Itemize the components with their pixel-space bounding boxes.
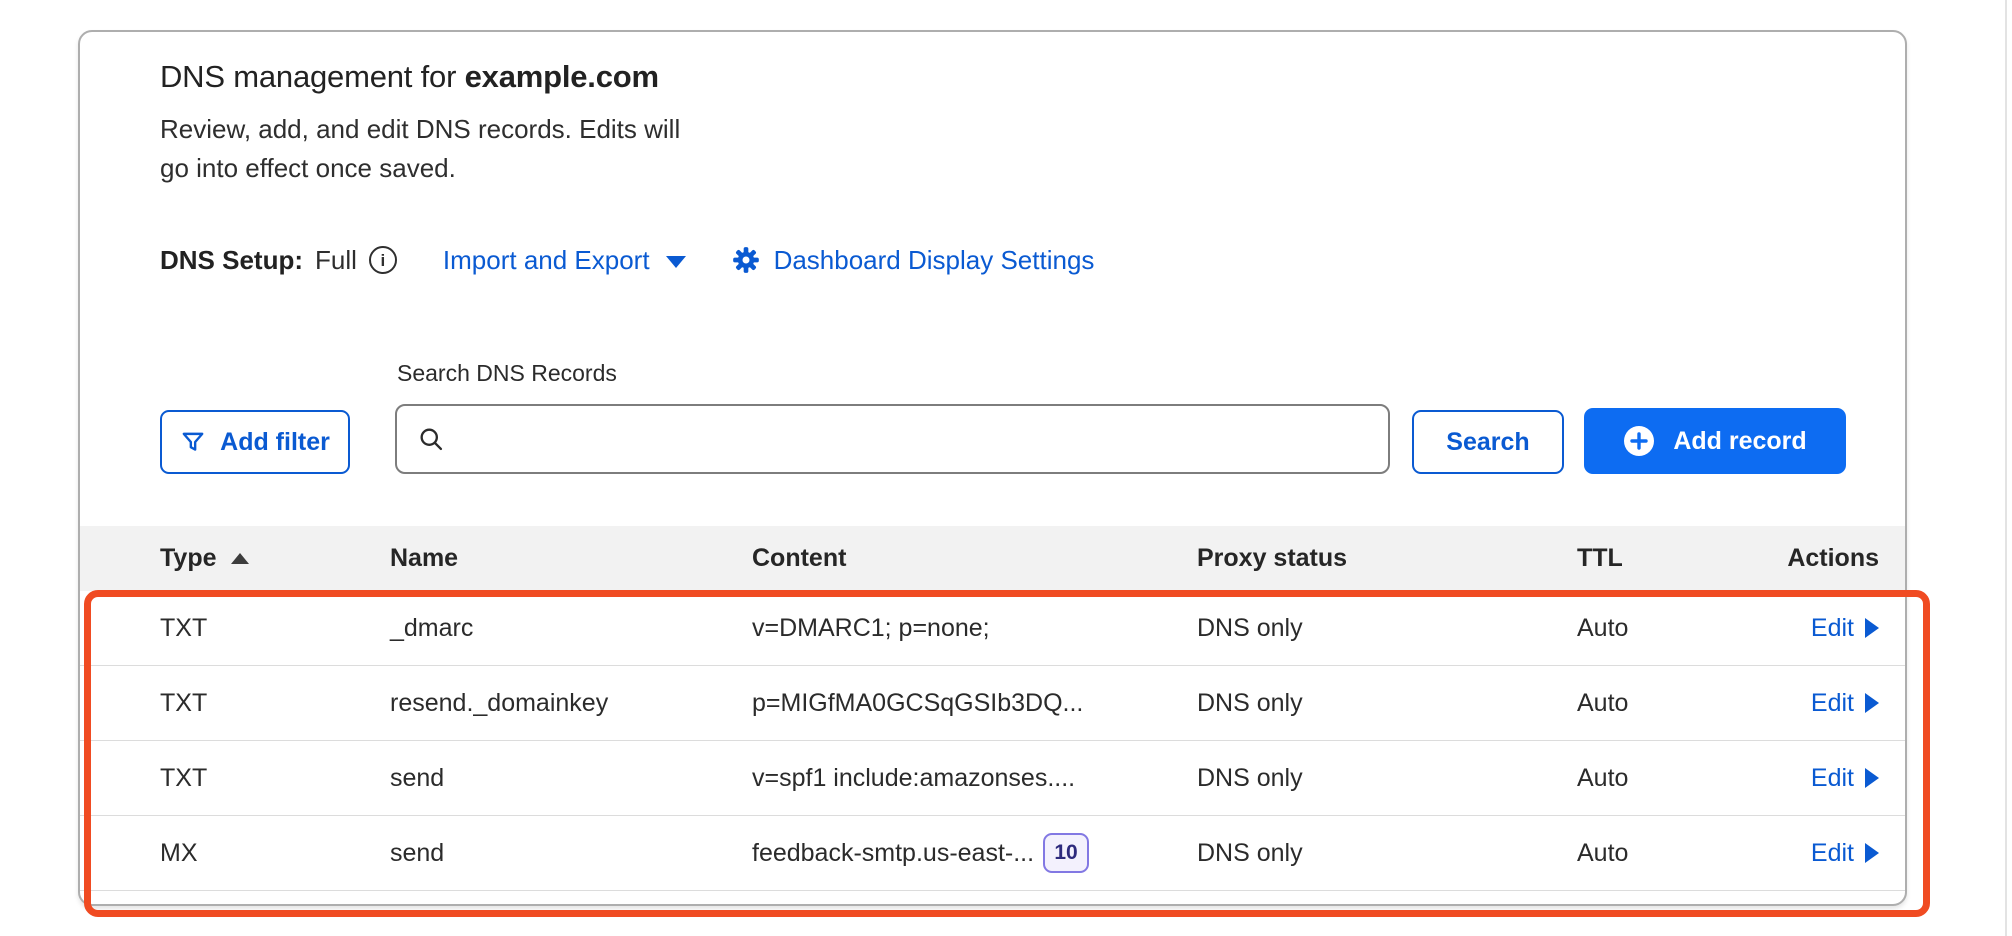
add-filter-button[interactable]: Add filter (160, 410, 350, 474)
cell-proxy-status: DNS only (1197, 614, 1577, 643)
edit-record-link[interactable]: Edit (1811, 839, 1879, 868)
chevron-right-icon (1865, 843, 1879, 863)
add-filter-label: Add filter (220, 428, 330, 457)
edit-record-link[interactable]: Edit (1811, 689, 1879, 718)
cell-type: TXT (160, 614, 390, 643)
info-circle-icon[interactable] (369, 246, 397, 274)
cell-name: send (390, 839, 752, 868)
table-header-row: Type Name Content Proxy status TTL Actio… (80, 526, 1905, 591)
cell-content: v=DMARC1; p=none; (752, 614, 1197, 643)
cell-content: feedback-smtp.us-east-... 10 (752, 833, 1197, 873)
plus-circle-icon (1623, 425, 1655, 457)
priority-badge: 10 (1043, 833, 1089, 873)
cell-ttl: Auto (1577, 839, 1765, 868)
dns-setup-value: Full (315, 245, 357, 276)
cell-content: v=spf1 include:amazonses.... (752, 764, 1197, 793)
page-title-domain: example.com (465, 59, 659, 94)
search-button[interactable]: Search (1412, 410, 1564, 474)
cell-proxy-status: DNS only (1197, 689, 1577, 718)
chevron-right-icon (1865, 693, 1879, 713)
search-label: Search DNS Records (397, 358, 1390, 388)
search-box[interactable] (395, 404, 1390, 474)
records-toolbar: Add filter Search DNS Records Search (160, 358, 1865, 474)
cell-proxy-status: DNS only (1197, 764, 1577, 793)
dns-management-card: DNS management for example.com Review, a… (78, 30, 1907, 906)
chevron-right-icon (1865, 618, 1879, 638)
column-header-type[interactable]: Type (160, 544, 390, 573)
cell-name: resend._domainkey (390, 689, 752, 718)
sort-ascending-icon (231, 553, 249, 564)
add-record-label: Add record (1673, 427, 1806, 456)
edit-record-link[interactable]: Edit (1811, 764, 1879, 793)
page-edge-divider (2005, 0, 2007, 936)
cell-type: MX (160, 839, 390, 868)
gear-icon (732, 246, 760, 274)
dns-management-page: DNS management for example.com Review, a… (0, 0, 2012, 936)
import-export-dropdown[interactable]: Import and Export (443, 245, 686, 276)
dashboard-display-settings-link[interactable]: Dashboard Display Settings (732, 245, 1095, 276)
chevron-down-icon (666, 256, 686, 268)
import-export-label: Import and Export (443, 245, 650, 276)
edit-record-link[interactable]: Edit (1811, 614, 1879, 643)
column-header-content: Content (752, 544, 1197, 573)
column-header-actions: Actions (1787, 544, 1879, 573)
table-row-spf: TXT send v=spf1 include:amazonses.... DN… (80, 741, 1905, 816)
add-record-button[interactable]: Add record (1584, 408, 1846, 474)
cell-name: send (390, 764, 752, 793)
chevron-right-icon (1865, 768, 1879, 788)
dns-records-table: Type Name Content Proxy status TTL Actio… (80, 526, 1905, 891)
cell-content: p=MIGfMA0GCSqGSIb3DQ... (752, 689, 1197, 718)
search-input[interactable] (459, 406, 1368, 472)
cell-proxy-status: DNS only (1197, 839, 1577, 868)
dns-setup-label: DNS Setup: (160, 245, 303, 276)
table-row-mx: MX send feedback-smtp.us-east-... 10 DNS… (80, 816, 1905, 891)
card-body: DNS management for example.com Review, a… (80, 32, 1905, 474)
page-title: DNS management for example.com (160, 54, 1865, 100)
search-group: Search DNS Records (395, 358, 1390, 474)
cell-ttl: Auto (1577, 614, 1765, 643)
search-icon (417, 425, 445, 453)
page-description: Review, add, and edit DNS records. Edits… (160, 110, 695, 188)
cell-type: TXT (160, 764, 390, 793)
page-title-prefix: DNS management for (160, 59, 465, 94)
table-row-dmarc: TXT _dmarc v=DMARC1; p=none; DNS only Au… (80, 591, 1905, 666)
dns-setup-row: DNS Setup: Full Import and Export (160, 244, 1865, 276)
cell-type: TXT (160, 689, 390, 718)
dashboard-display-settings-label: Dashboard Display Settings (774, 245, 1095, 276)
table-row-domainkey: TXT resend._domainkey p=MIGfMA0GCSqGSIb3… (80, 666, 1905, 741)
column-header-ttl: TTL (1577, 544, 1765, 573)
cell-ttl: Auto (1577, 689, 1765, 718)
column-header-proxy-status: Proxy status (1197, 544, 1577, 573)
filter-funnel-icon (180, 429, 206, 455)
column-header-name: Name (390, 544, 752, 573)
cell-name: _dmarc (390, 614, 752, 643)
cell-ttl: Auto (1577, 764, 1765, 793)
